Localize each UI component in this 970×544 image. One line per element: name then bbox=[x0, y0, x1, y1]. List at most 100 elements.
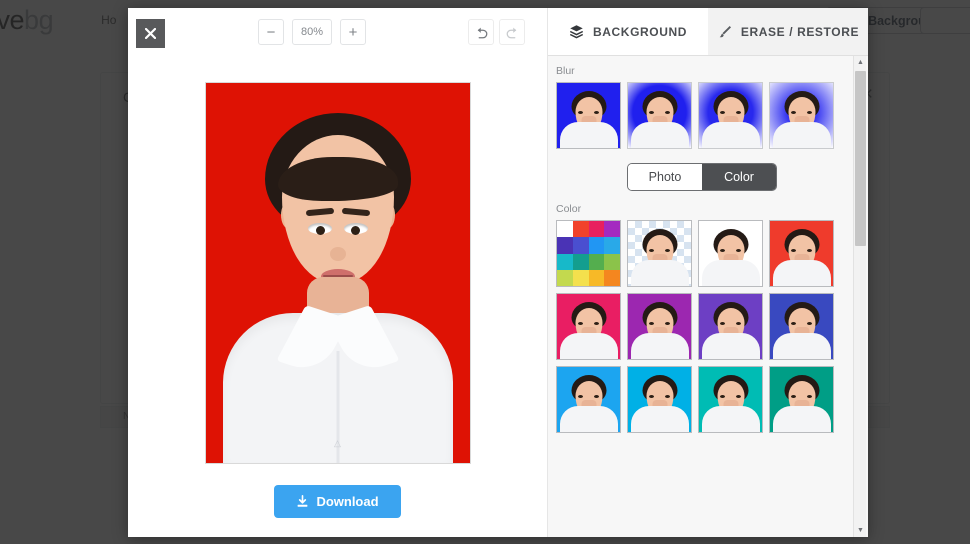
zoom-out-button[interactable]: − bbox=[258, 19, 284, 45]
edited-image-canvas[interactable]: △ bbox=[204, 82, 471, 464]
sidebar-tabs: BACKGROUND ERASE / RESTORE bbox=[548, 8, 868, 56]
blur-thumbnail-blur-light[interactable] bbox=[627, 82, 692, 149]
tab-erase-restore[interactable]: ERASE / RESTORE bbox=[708, 8, 868, 55]
thumbnail-portrait bbox=[628, 367, 691, 432]
zoom-in-button[interactable]: + bbox=[340, 19, 366, 45]
palette-swatch-2[interactable] bbox=[588, 221, 605, 238]
photo-color-toggle: Photo Color bbox=[627, 163, 777, 191]
palette-swatch-0[interactable] bbox=[557, 221, 573, 238]
palette-swatch-5[interactable] bbox=[572, 237, 589, 254]
thumb-shirt bbox=[772, 122, 831, 148]
color-thumbnail-indigo-background[interactable] bbox=[769, 293, 834, 360]
portrait-pupil-right bbox=[350, 226, 360, 235]
palette-swatch-15[interactable] bbox=[604, 269, 620, 286]
scroll-up-arrow-icon[interactable]: ▲ bbox=[854, 56, 867, 69]
thumb-shirt bbox=[630, 122, 689, 148]
palette-swatch-3[interactable] bbox=[604, 221, 620, 238]
palette-swatch-12[interactable] bbox=[557, 269, 573, 286]
thumbnail-portrait bbox=[770, 83, 833, 148]
palette-swatch-9[interactable] bbox=[572, 253, 589, 270]
thumbnail-portrait bbox=[557, 367, 620, 432]
palette-swatch-11[interactable] bbox=[604, 253, 620, 270]
toggle-option-color[interactable]: Color bbox=[702, 164, 776, 190]
thumb-eye-left bbox=[578, 395, 583, 398]
sidebar-scrollbar[interactable]: ▲ ▼ bbox=[853, 56, 866, 537]
palette-swatch-10[interactable] bbox=[588, 253, 605, 270]
color-palette-picker[interactable] bbox=[556, 220, 621, 287]
color-thumbnail-white-background[interactable] bbox=[698, 220, 763, 287]
thumb-shirt bbox=[630, 333, 689, 359]
sidebar-panel: BACKGROUND ERASE / RESTORE Blur Photo Co… bbox=[548, 8, 868, 537]
color-thumbnail-grid bbox=[556, 220, 846, 433]
palette-swatch-1[interactable] bbox=[572, 221, 589, 238]
thumb-eye-right bbox=[736, 249, 741, 252]
thumbnail-portrait bbox=[699, 294, 762, 359]
redo-icon bbox=[506, 27, 516, 38]
portrait-nose bbox=[329, 247, 346, 261]
palette-swatch-4[interactable] bbox=[557, 237, 573, 254]
thumbnail-portrait bbox=[557, 83, 620, 148]
thumbnail-portrait bbox=[699, 367, 762, 432]
color-section-label: Color bbox=[556, 203, 582, 215]
thumb-shirt bbox=[559, 406, 618, 432]
color-thumbnail-light-blue-background[interactable] bbox=[627, 366, 692, 433]
thumb-eye-left bbox=[720, 111, 725, 114]
blur-thumbnail-blur-none[interactable] bbox=[556, 82, 621, 149]
undo-icon bbox=[477, 27, 487, 38]
thumb-eye-right bbox=[594, 111, 599, 114]
thumbnail-portrait bbox=[557, 294, 620, 359]
portrait-pupil-left bbox=[315, 226, 325, 235]
thumb-eye-left bbox=[791, 322, 796, 325]
thumb-shirt bbox=[630, 260, 689, 286]
palette-swatch-13[interactable] bbox=[572, 269, 589, 286]
thumbnail-portrait bbox=[628, 83, 691, 148]
color-thumbnail-blue-background[interactable] bbox=[556, 366, 621, 433]
blur-thumbnail-grid bbox=[556, 82, 846, 149]
thumb-shirt bbox=[630, 406, 689, 432]
canvas-area[interactable]: △ bbox=[128, 60, 547, 464]
scrollbar-thumb[interactable] bbox=[855, 71, 866, 246]
blur-thumbnail-blur-medium[interactable] bbox=[698, 82, 763, 149]
source-toggle-wrapper: Photo Color bbox=[556, 163, 848, 191]
thumb-eye-left bbox=[791, 395, 796, 398]
palette-swatch-14[interactable] bbox=[588, 269, 605, 286]
download-button[interactable]: Download bbox=[274, 484, 401, 518]
thumb-eye-right bbox=[665, 395, 670, 398]
undo-button[interactable] bbox=[468, 19, 494, 45]
brush-icon bbox=[719, 26, 731, 38]
redo-button[interactable] bbox=[499, 19, 525, 45]
tab-erase-restore-label: ERASE / RESTORE bbox=[740, 24, 860, 39]
thumb-eye-right bbox=[594, 395, 599, 398]
blur-thumbnail-blur-heavy[interactable] bbox=[769, 82, 834, 149]
thumb-eye-right bbox=[665, 111, 670, 114]
color-thumbnail-pink-background[interactable] bbox=[556, 293, 621, 360]
toggle-option-photo[interactable]: Photo bbox=[628, 164, 702, 190]
thumbnail-portrait bbox=[699, 221, 762, 286]
thumb-eye-left bbox=[649, 322, 654, 325]
canvas-watermark: △ bbox=[334, 438, 341, 448]
color-thumbnail-deep-purple-background[interactable] bbox=[698, 293, 763, 360]
color-thumbnail-red-background[interactable] bbox=[769, 220, 834, 287]
close-modal-button[interactable] bbox=[136, 19, 165, 48]
thumb-shirt bbox=[559, 333, 618, 359]
thumb-eye-right bbox=[736, 111, 741, 114]
color-thumbnail-transparent-background[interactable] bbox=[627, 220, 692, 287]
thumbnail-portrait bbox=[770, 367, 833, 432]
thumb-eye-right bbox=[665, 249, 670, 252]
thumb-eye-left bbox=[720, 322, 725, 325]
thumb-eye-right bbox=[665, 322, 670, 325]
thumbnail-portrait bbox=[770, 221, 833, 286]
color-thumbnail-cyan-background[interactable] bbox=[698, 366, 763, 433]
palette-swatch-7[interactable] bbox=[604, 237, 620, 254]
zoom-level-display[interactable]: 80% bbox=[292, 19, 332, 45]
color-thumbnail-purple-background[interactable] bbox=[627, 293, 692, 360]
thumb-eye-left bbox=[791, 249, 796, 252]
close-icon bbox=[145, 28, 156, 39]
tab-background[interactable]: BACKGROUND bbox=[548, 8, 708, 55]
background-editor-modal: − 80% + △ Download BACKGROUND ERASE / RE… bbox=[128, 8, 868, 537]
palette-swatch-6[interactable] bbox=[588, 237, 605, 254]
scroll-down-arrow-icon[interactable]: ▼ bbox=[854, 524, 867, 537]
color-thumbnail-teal-background[interactable] bbox=[769, 366, 834, 433]
thumb-eye-left bbox=[649, 111, 654, 114]
palette-swatch-8[interactable] bbox=[557, 253, 573, 270]
